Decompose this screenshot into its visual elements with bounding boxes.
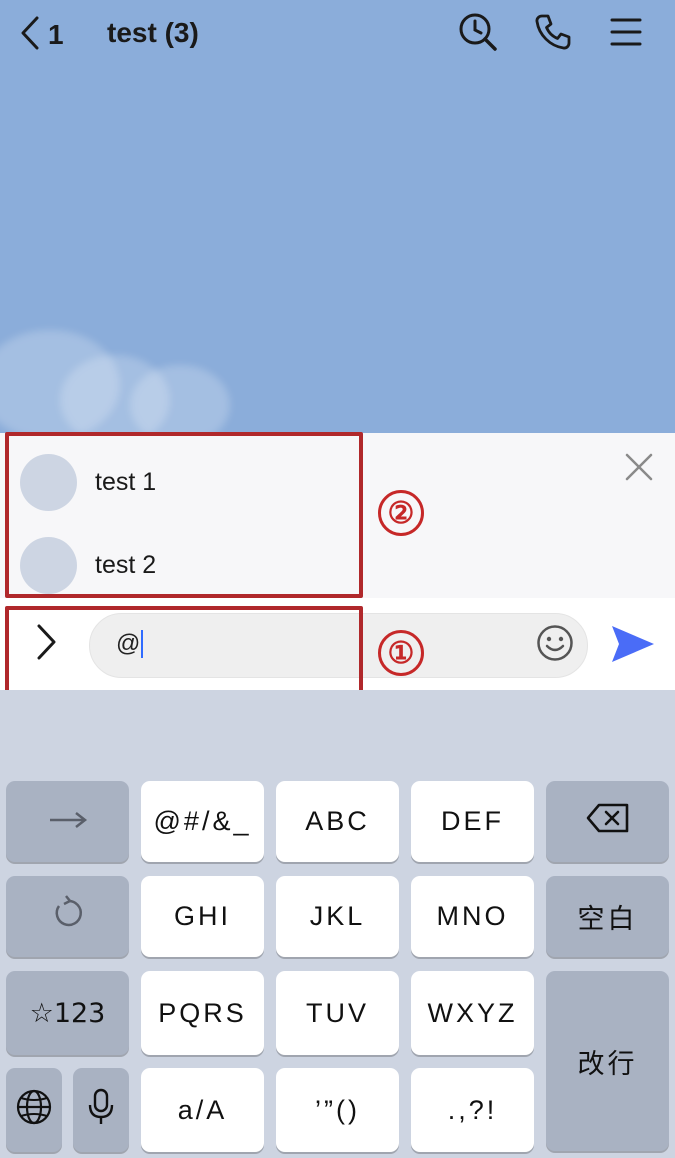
- undo-icon: [49, 894, 87, 939]
- phone-icon: [533, 12, 573, 57]
- call-button[interactable]: [531, 12, 575, 56]
- key-tuv[interactable]: TUV: [276, 971, 399, 1055]
- annotation-box-1: [5, 606, 363, 702]
- key-wxyz[interactable]: WXYZ: [411, 971, 534, 1055]
- key-globe[interactable]: [6, 1068, 62, 1152]
- backspace-icon: [586, 803, 630, 840]
- close-icon: [624, 452, 654, 487]
- menu-button[interactable]: [604, 12, 648, 56]
- key-abc[interactable]: ABC: [276, 781, 399, 862]
- key-space[interactable]: 空白: [546, 876, 669, 957]
- key-numbers[interactable]: ☆123: [6, 971, 129, 1055]
- search-history-button[interactable]: [456, 12, 500, 56]
- key-quotes[interactable]: ’”(): [276, 1068, 399, 1152]
- key-jkl[interactable]: JKL: [276, 876, 399, 957]
- chat-title: test (3): [107, 17, 199, 48]
- key-undo[interactable]: [6, 876, 129, 957]
- key-mic[interactable]: [73, 1068, 129, 1152]
- key-mno[interactable]: MNO: [411, 876, 534, 957]
- smiley-icon: [536, 624, 574, 667]
- clock-search-icon: [458, 12, 498, 57]
- annotation-box-2: [5, 432, 363, 598]
- chevron-left-icon: [20, 16, 40, 55]
- annotation-label-1: ①: [378, 630, 424, 676]
- send-icon: [610, 623, 656, 670]
- key-case[interactable]: a/A: [141, 1068, 264, 1152]
- globe-icon: [15, 1088, 53, 1133]
- chat-header: 1 test (3): [0, 0, 675, 70]
- key-ghi[interactable]: GHI: [141, 876, 264, 957]
- unread-count: 1: [48, 19, 64, 50]
- key-arrow[interactable]: [6, 781, 129, 862]
- back-button[interactable]: 1: [20, 14, 64, 56]
- key-punct[interactable]: .,?!: [411, 1068, 534, 1152]
- microphone-icon: [88, 1088, 114, 1133]
- key-pqrs[interactable]: PQRS: [141, 971, 264, 1055]
- hamburger-menu-icon: [608, 15, 644, 54]
- close-mention-button[interactable]: [620, 450, 658, 488]
- key-symbols[interactable]: @#/&_: [141, 781, 264, 862]
- arrow-right-icon: [48, 806, 88, 837]
- emoji-button[interactable]: [535, 624, 575, 667]
- annotation-label-2: ②: [378, 490, 424, 536]
- send-button[interactable]: [608, 622, 658, 670]
- key-def[interactable]: DEF: [411, 781, 534, 862]
- key-backspace[interactable]: [546, 781, 669, 862]
- key-enter[interactable]: 改行: [546, 971, 669, 1151]
